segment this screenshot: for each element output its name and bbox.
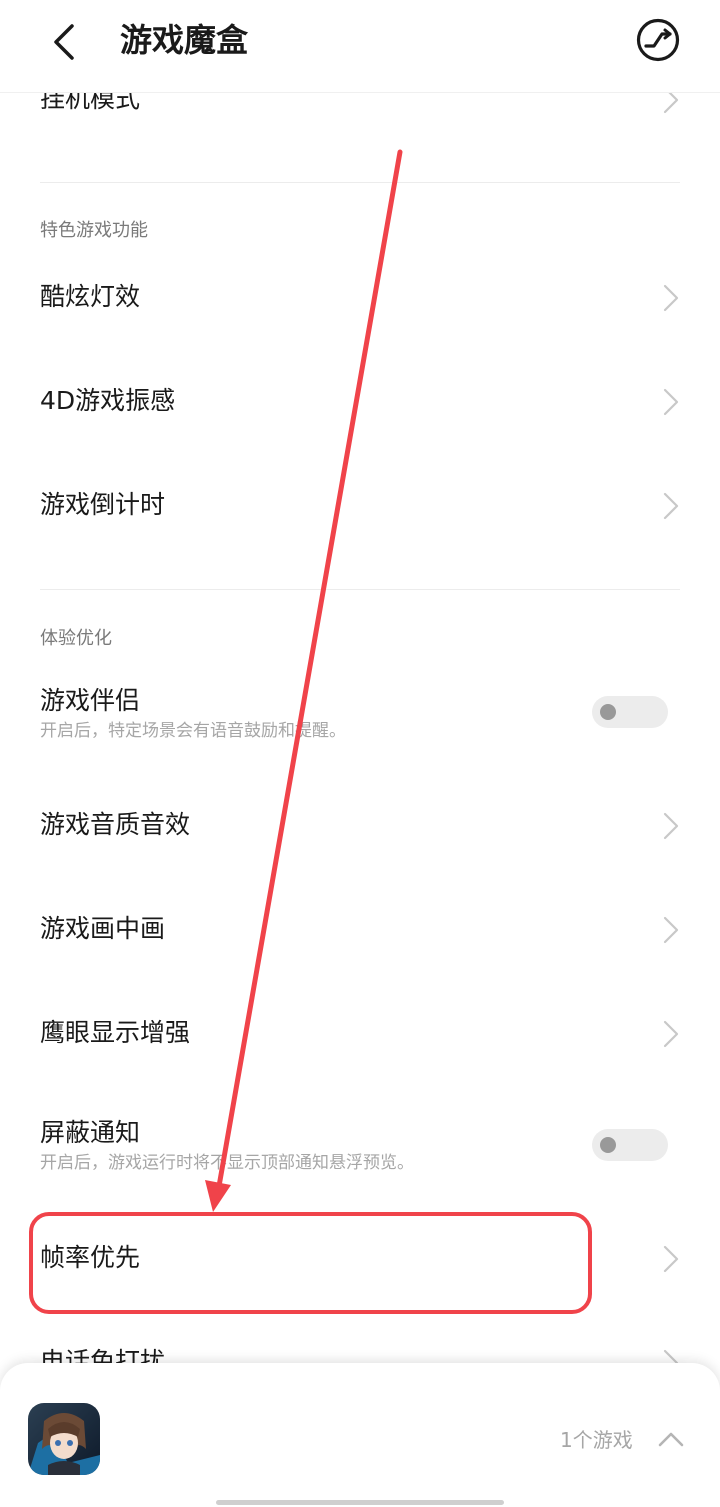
chevron-right-icon [663, 284, 679, 312]
row-label: 游戏倒计时 [40, 490, 166, 519]
top-bar: 游戏魔盒 [0, 0, 720, 93]
chevron-right-icon [663, 1245, 679, 1273]
chevron-right-icon [663, 916, 679, 944]
chevron-right-icon [663, 1020, 679, 1048]
divider [40, 589, 680, 590]
row-pip[interactable]: 游戏画中画 [40, 912, 680, 952]
game-count-label: 1个游戏 [560, 1428, 633, 1452]
game-avatar[interactable] [28, 1403, 100, 1475]
row-label: 游戏伴侣 [40, 686, 141, 715]
toggle-knob [600, 704, 616, 720]
annotation-highlight-box [29, 1212, 592, 1314]
row-label: 酷炫灯效 [40, 282, 141, 311]
row-label: 游戏画中画 [40, 914, 166, 943]
row-audio[interactable]: 游戏音质音效 [40, 808, 680, 848]
home-indicator[interactable] [216, 1500, 504, 1505]
page-title: 游戏魔盒 [120, 21, 249, 59]
block-notify-toggle[interactable] [592, 1129, 668, 1161]
section-header-experience: 体验优化 [40, 628, 112, 649]
row-countdown[interactable]: 游戏倒计时 [40, 488, 680, 528]
row-cool-lights[interactable]: 酷炫灯效 [40, 280, 680, 320]
row-4d-vibration[interactable]: 4D游戏振感 [40, 384, 680, 424]
row-label: 屏蔽通知 [40, 1118, 141, 1147]
section-header-special: 特色游戏功能 [40, 220, 148, 241]
row-label: 鹰眼显示增强 [40, 1018, 191, 1047]
row-companion[interactable]: 游戏伴侣 开启后，特定场景会有语音鼓励和提醒。 [40, 684, 680, 744]
row-eagle-eye[interactable]: 鹰眼显示增强 [40, 1016, 680, 1056]
row-subtitle: 开启后，特定场景会有语音鼓励和提醒。 [40, 721, 346, 741]
bottom-game-bar[interactable]: 1个游戏 [0, 1363, 720, 1507]
row-block-notify[interactable]: 屏蔽通知 开启后，游戏运行时将不显示顶部通知悬浮预览。 [40, 1116, 680, 1176]
row-label: 4D游戏振感 [40, 386, 176, 415]
row-subtitle: 开启后，游戏运行时将不显示顶部通知悬浮预览。 [40, 1153, 414, 1173]
chevron-left-icon[interactable] [44, 22, 84, 62]
companion-toggle[interactable] [592, 696, 668, 728]
performance-circle-icon[interactable] [636, 18, 680, 62]
divider [40, 182, 680, 183]
chevron-right-icon [663, 492, 679, 520]
chevron-right-icon [663, 812, 679, 840]
chevron-right-icon [663, 388, 679, 416]
row-label: 游戏音质音效 [40, 810, 191, 839]
toggle-knob [600, 1137, 616, 1153]
chevron-up-icon[interactable] [656, 1427, 686, 1451]
